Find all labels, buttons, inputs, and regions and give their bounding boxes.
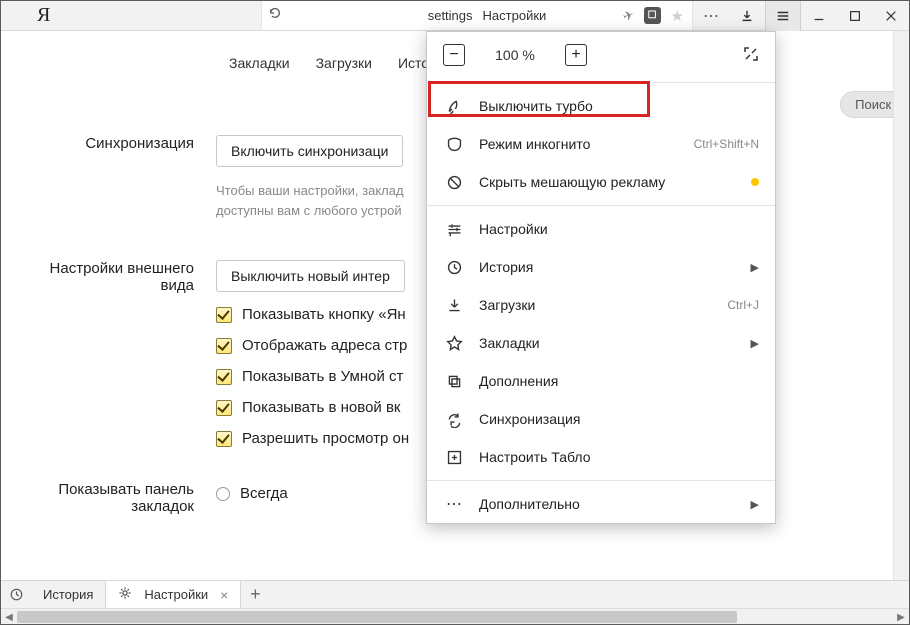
window-minimize[interactable] (801, 1, 837, 31)
tab-strip: История Настройки × + (1, 580, 909, 608)
enable-sync-button[interactable]: Включить синхронизаци (216, 135, 403, 167)
zoom-out-button[interactable]: − (443, 44, 465, 66)
address-bar[interactable]: settings Настройки ✈ ☐ ★ (261, 1, 693, 30)
menu-history[interactable]: История ▶ (427, 248, 775, 286)
sliders-icon (443, 221, 465, 238)
menu-incognito[interactable]: Режим инкогнито Ctrl+Shift+N (427, 125, 775, 163)
nav-history[interactable]: Исто (398, 55, 429, 81)
horizontal-scrollbar[interactable]: ◀ ▶ (1, 608, 909, 624)
window-close[interactable] (873, 1, 909, 31)
yandex-logo[interactable]: Я (37, 4, 50, 27)
chevron-right-icon: ▶ (751, 261, 759, 274)
menu-more[interactable]: ⋯ Дополнительно ▶ (427, 485, 775, 523)
mask-icon (443, 136, 465, 153)
menu-bookmarks[interactable]: Закладки ▶ (427, 324, 775, 362)
scroll-left-icon[interactable]: ◀ (1, 609, 17, 625)
zoom-in-button[interactable]: + (565, 44, 587, 66)
reload-icon[interactable] (268, 6, 282, 25)
menu-downloads[interactable]: Загрузки Ctrl+J (427, 286, 775, 324)
nav-downloads[interactable]: Загрузки (316, 55, 372, 81)
clock-icon (443, 259, 465, 276)
menu-turbo-off[interactable]: Выключить турбо (427, 87, 775, 125)
block-icon (443, 174, 465, 191)
turbo-icon[interactable]: ✈ (620, 6, 636, 25)
scroll-thumb[interactable] (17, 611, 737, 623)
window-maximize[interactable] (837, 1, 873, 31)
chevron-right-icon: ▶ (751, 337, 759, 350)
sync-section-label: Синхронизация (1, 135, 216, 220)
main-menu: − 100 % + Выключить турбо Режим инкогнит… (426, 31, 776, 524)
vertical-scrollbar[interactable] (893, 31, 909, 580)
new-tab-button[interactable]: + (241, 584, 269, 605)
nav-bookmarks[interactable]: Закладки (229, 55, 290, 81)
more-actions-button[interactable]: ⋯ (693, 1, 729, 31)
ads-indicator-dot (751, 178, 759, 186)
menu-hide-ads[interactable]: Скрыть мешающую рекламу (427, 163, 775, 201)
chevron-right-icon: ▶ (751, 498, 759, 511)
tab-settings[interactable]: Настройки × (105, 581, 241, 609)
download-icon (443, 297, 465, 314)
appearance-section-label: Настройки внешнего вида (1, 260, 216, 447)
downloads-button[interactable] (729, 1, 765, 31)
titlebar: Я settings Настройки ✈ ☐ ★ ⋯ (1, 1, 909, 31)
refresh-icon (443, 411, 465, 428)
bookmark-star-icon[interactable]: ★ (671, 7, 684, 25)
zoom-controls: − 100 % + (427, 32, 775, 78)
page-title: Настройки (483, 8, 547, 23)
menu-addons[interactable]: Дополнения (427, 362, 775, 400)
grid-plus-icon (443, 449, 465, 466)
star-icon (443, 335, 465, 352)
incognito-shortcut: Ctrl+Shift+N (694, 137, 759, 151)
scroll-right-icon[interactable]: ▶ (893, 609, 909, 625)
browser-window: Я settings Настройки ✈ ☐ ★ ⋯ (0, 0, 910, 625)
menu-sync[interactable]: Синхронизация (427, 400, 775, 438)
disable-new-ui-button[interactable]: Выключить новый интер (216, 260, 405, 292)
copy-icon (443, 373, 465, 390)
tab-history[interactable]: История (31, 581, 105, 609)
rocket-icon (443, 98, 465, 115)
dots-icon: ⋯ (443, 494, 465, 514)
protect-icon[interactable]: ☐ (644, 7, 661, 24)
bookmarks-bar-label: Показывать панель закладок (1, 481, 216, 515)
history-icon[interactable] (1, 587, 31, 602)
gear-icon (118, 586, 132, 603)
menu-settings[interactable]: Настройки (427, 210, 775, 248)
zoom-value: 100 % (485, 47, 545, 63)
menu-button[interactable] (765, 1, 801, 31)
fullscreen-icon[interactable] (743, 46, 759, 65)
close-tab-icon[interactable]: × (220, 587, 228, 603)
menu-tableau[interactable]: Настроить Табло (427, 438, 775, 476)
downloads-shortcut: Ctrl+J (727, 298, 759, 312)
url-label: settings (428, 8, 473, 23)
